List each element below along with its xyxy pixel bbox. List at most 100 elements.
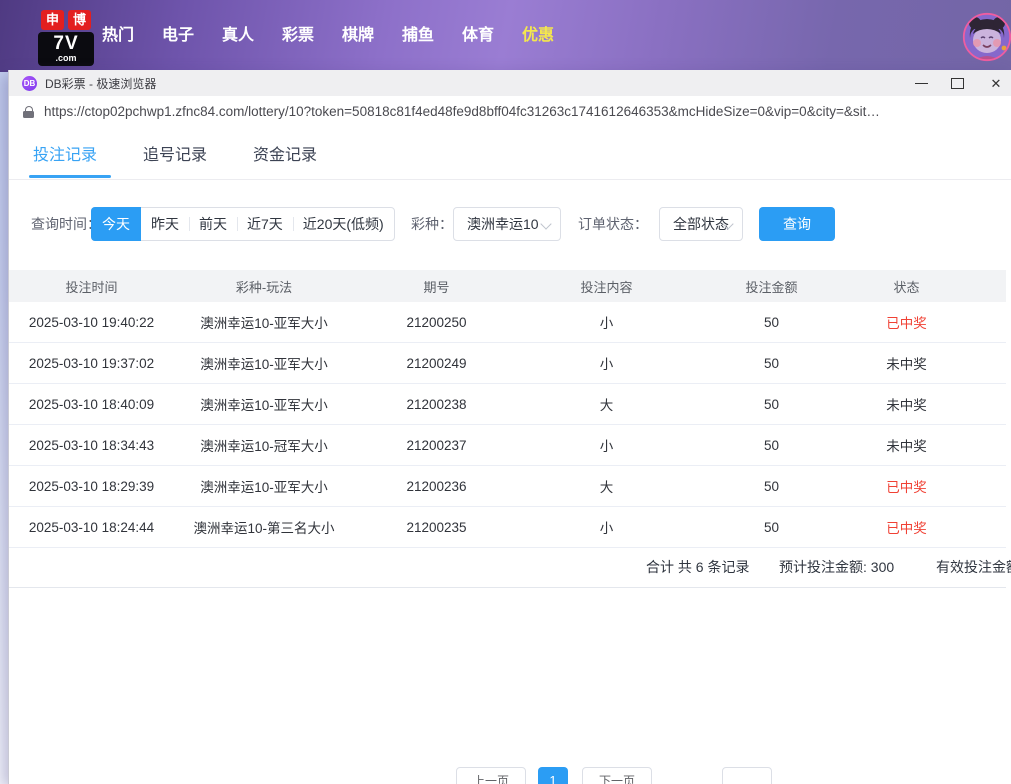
table-body: 2025-03-10 19:40:22 澳洲幸运10-亚军大小 21200250… [9,302,1006,548]
nav-menu-item[interactable]: 彩票 [268,0,328,72]
nav-menu-item[interactable]: 优惠 [508,0,568,72]
tab-item[interactable]: 资金记录 [253,141,317,165]
cell-bet-time: 2025-03-10 18:29:39 [9,479,174,494]
cell-bet-time: 2025-03-10 19:40:22 [9,315,174,330]
cell-issue: 21200237 [354,438,519,453]
cell-bet-time: 2025-03-10 19:37:02 [9,356,174,371]
table-row: 2025-03-10 18:40:09 澳洲幸运10-亚军大小 21200238… [9,384,1006,425]
bet-records-table: 投注时间 彩种-玩法 期号 投注内容 投注金额 状态 2025-03-10 19… [9,270,1006,588]
maximize-icon [951,78,964,89]
cell-amount: 50 [694,356,849,371]
cell-amount: 50 [694,520,849,535]
search-button[interactable]: 查询 [759,207,835,241]
cell-content: 大 [519,476,694,496]
nav-menu-item[interactable]: 捕鱼 [388,0,448,72]
cell-issue: 21200235 [354,520,519,535]
cell-status: 未中奖 [849,353,964,373]
col-bet-time: 投注时间 [9,277,174,296]
nav-menu-item[interactable]: 棋牌 [328,0,388,72]
cell-amount: 50 [694,315,849,330]
cell-bet-time: 2025-03-10 18:34:43 [9,438,174,453]
summary-expected-amount: 预计投注金额: 300 [779,548,894,587]
nav-menu-item[interactable]: 热门 [88,0,148,72]
cell-game: 澳洲幸运10-亚军大小 [174,312,354,332]
lottery-select[interactable]: 澳洲幸运10 [453,207,561,241]
window-title: DB彩票 - 极速浏览器 [45,75,156,92]
browser-window: DB DB彩票 - 极速浏览器 ✕ https://ctop02pchwp1.z… [8,70,1011,784]
col-content: 投注内容 [519,277,694,296]
cell-game: 澳洲幸运10-亚军大小 [174,394,354,414]
table-row: 2025-03-10 18:34:43 澳洲幸运10-冠军大小 21200237… [9,425,1006,466]
table-header: 投注时间 彩种-玩法 期号 投注内容 投注金额 状态 [9,270,1006,302]
maximize-button[interactable] [942,70,972,96]
cell-content: 小 [519,517,694,537]
record-tabs: 投注记录 追号记录 资金记录 [33,141,317,165]
cell-content: 小 [519,312,694,332]
nav-menu: 热门 电子 真人 彩票 棋牌 捕鱼 体育 优惠 [88,0,568,72]
col-issue: 期号 [354,277,519,296]
page-url: https://ctop02pchwp1.zfnc84.com/lottery/… [44,104,880,119]
window-edge-shadow [0,72,8,784]
lottery-filter-label: 彩种： [411,207,453,241]
cell-issue: 21200236 [354,479,519,494]
page-jump-input[interactable] [722,767,772,784]
cell-game: 澳洲幸运10-第三名大小 [174,517,354,537]
next-page-button[interactable]: 下一页 [582,767,652,784]
order-status-select[interactable]: 全部状态 [659,207,743,241]
summary-row: 合计 共 6 条记录 预计投注金额: 300 有效投注金额 [9,548,1006,588]
table-row: 2025-03-10 18:29:39 澳洲幸运10-亚军大小 21200236… [9,466,1006,507]
cell-content: 大 [519,394,694,414]
summary-record-count: 合计 共 6 条记录 [646,548,749,587]
nav-menu-item[interactable]: 体育 [448,0,508,72]
minimize-button[interactable] [906,70,936,96]
user-avatar[interactable] [962,12,1011,62]
tabs-divider [9,179,1011,180]
cell-amount: 50 [694,438,849,453]
table-row: 2025-03-10 19:37:02 澳洲幸运10-亚军大小 21200249… [9,343,1006,384]
cell-content: 小 [519,353,694,373]
close-icon: ✕ [991,77,1002,90]
cell-status: 已中奖 [849,476,964,496]
logo-box: 7V .com [38,32,94,66]
site-navbar: 申 博 7V .com 热门 电子 真人 彩票 棋牌 捕鱼 体育 [0,0,1011,72]
cell-game: 澳洲幸运10-亚军大小 [174,476,354,496]
time-filter-option[interactable]: 近7天 [237,208,293,240]
lock-icon [23,106,35,118]
cell-bet-time: 2025-03-10 18:24:44 [9,520,174,535]
site-logo[interactable]: 申 博 7V .com [38,10,94,66]
logo-brand: 7V [38,34,94,53]
filter-row: 查询时间： 今天 昨天 前天 近7天 近20天(低频) 彩种： [9,207,1011,243]
cell-status: 已中奖 [849,312,964,332]
current-page-button[interactable]: 1 [538,767,568,784]
avatar-illustration [962,12,1011,62]
cell-status: 未中奖 [849,435,964,455]
nav-menu-item[interactable]: 真人 [208,0,268,72]
prev-page-button[interactable]: 上一页 [456,767,526,784]
address-bar[interactable]: https://ctop02pchwp1.zfnc84.com/lottery/… [9,96,1011,128]
logo-badge-left: 申 [41,10,64,30]
cell-game: 澳洲幸运10-亚军大小 [174,353,354,373]
cell-amount: 50 [694,397,849,412]
cell-issue: 21200249 [354,356,519,371]
pagination: 上一页 1 下一页 [9,767,1011,784]
tab-item[interactable]: 追号记录 [143,141,207,165]
nav-menu-item[interactable]: 电子 [148,0,208,72]
time-filter-option[interactable]: 昨天 [141,208,189,240]
db-favicon-icon: DB [22,76,37,91]
cell-issue: 21200238 [354,397,519,412]
time-filter-option[interactable]: 前天 [189,208,237,240]
tab-item[interactable]: 投注记录 [33,141,97,165]
summary-valid-amount: 有效投注金额 [936,548,1011,587]
window-titlebar[interactable]: DB DB彩票 - 极速浏览器 ✕ [9,70,1011,96]
cell-issue: 21200250 [354,315,519,330]
cell-status: 已中奖 [849,517,964,537]
table-row: 2025-03-10 19:40:22 澳洲幸运10-亚军大小 21200250… [9,302,1006,343]
time-filter-option[interactable]: 近20天(低频) [293,208,394,240]
close-button[interactable]: ✕ [981,70,1011,96]
cell-content: 小 [519,435,694,455]
logo-domain: .com [38,54,94,63]
cell-bet-time: 2025-03-10 18:40:09 [9,397,174,412]
cell-amount: 50 [694,479,849,494]
time-filter-option[interactable]: 今天 [91,207,141,241]
col-status: 状态 [849,277,964,296]
